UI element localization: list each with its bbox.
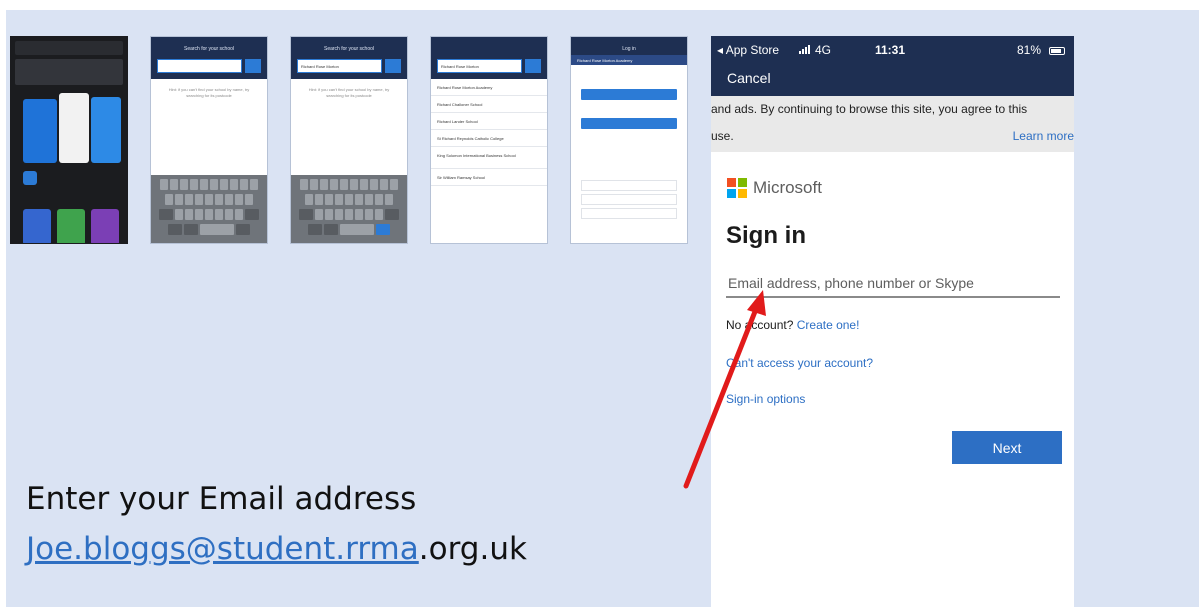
signal-icon [799, 43, 813, 57]
list-item: Richard Lander School [431, 113, 547, 130]
no-account-label: No account? [726, 318, 794, 332]
signin-options-link[interactable]: Sign-in options [726, 392, 805, 406]
list-item: St Richard Reynolds Catholic College [431, 130, 547, 147]
slide: Search for your school Hint: if you can'… [0, 0, 1203, 607]
cancel-button[interactable]: Cancel [727, 70, 771, 86]
status-bar: ◂ App Store 4G 11:31 81% [711, 36, 1074, 64]
battery-icon [1047, 43, 1065, 57]
thumbnail-school: Richard Rose Morton Academy [571, 55, 687, 65]
thumbnail-query: Richard Rose Morton [437, 59, 522, 73]
email-field[interactable] [726, 270, 1060, 298]
list-item: Sir William Ramsay School [431, 169, 547, 186]
phone-screenshot: ◂ App Store 4G 11:31 81% Cancel and ads.… [711, 36, 1074, 607]
example-email-domain: .org.uk [418, 531, 527, 567]
cant-access-link[interactable]: Can't access your account? [726, 356, 873, 370]
thumbnail-header: Search for your school [291, 43, 407, 55]
status-carrier: ◂ App Store [717, 43, 780, 57]
keyboard [151, 175, 267, 243]
nav-bar: Cancel [711, 64, 1074, 96]
example-email: Joe.bloggs@student.rrma.org.uk [26, 524, 527, 574]
status-time: 11:31 [875, 43, 906, 57]
thumbnail-header: Search for your school [151, 43, 267, 55]
banner-text: and ads. By continuing to browse this si… [711, 102, 1028, 116]
microsoft-logo: Microsoft [727, 178, 822, 198]
microsoft-logo-icon [727, 178, 747, 198]
thumbnail-login: Log in Richard Rose Morton Academy [570, 36, 688, 244]
list-item: Richard Rose Morton Academy [431, 79, 547, 96]
brand-name: Microsoft [753, 178, 822, 197]
thumbnail-query: Richard Rose Morton [297, 59, 382, 73]
status-battery-text: 81% [1017, 43, 1042, 57]
list-item: King Solomon International Business Scho… [431, 147, 547, 169]
next-button[interactable]: Next [952, 431, 1062, 464]
cookie-banner: and ads. By continuing to browse this si… [711, 96, 1074, 152]
learn-more-link[interactable]: Learn more [1013, 129, 1074, 143]
list-item: Richard Challoner School [431, 96, 547, 113]
banner-text-end: use. [711, 129, 734, 143]
example-email-link[interactable]: Joe.bloggs@student.rrma [26, 531, 419, 567]
thumbnail-search-typed: Search for your school Richard Rose Mort… [290, 36, 408, 244]
instruction-caption: Enter your Email address Joe.bloggs@stud… [26, 474, 527, 574]
instruction-text: Enter your Email address [26, 481, 417, 517]
thumbnail-search-results: Richard Rose Morton Richard Rose Morton … [430, 36, 548, 244]
no-account-text: No account? Create one! [726, 318, 859, 332]
thumbnail-search-school: Search for your school Hint: if you can'… [150, 36, 268, 244]
thumbnail-app-store [10, 36, 128, 244]
create-account-link[interactable]: Create one! [797, 318, 860, 332]
thumbnail-header: Log in [571, 43, 687, 55]
keyboard [291, 175, 407, 243]
page-title: Sign in [726, 222, 806, 249]
status-network: 4G [815, 43, 832, 57]
